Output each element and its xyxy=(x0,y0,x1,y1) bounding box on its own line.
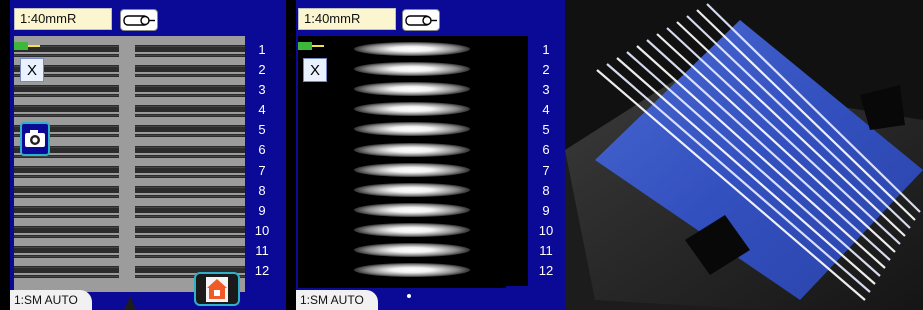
close-button[interactable]: X xyxy=(303,58,327,82)
fiber-number: 4 xyxy=(542,102,550,118)
fiber-number: 6 xyxy=(258,142,266,158)
fiber-number: 2 xyxy=(542,62,550,78)
close-button[interactable]: X xyxy=(20,58,44,82)
fiber-number: 8 xyxy=(258,182,266,198)
fiber-glow xyxy=(354,243,470,257)
fiber-number: 5 xyxy=(258,122,266,138)
fiber-number: 9 xyxy=(542,202,550,218)
battery-icon xyxy=(298,42,324,50)
fiber-view-gray xyxy=(14,36,245,292)
fiber-number: 8 xyxy=(542,182,550,198)
fiber-spot xyxy=(407,294,411,298)
fiber-number: 2 xyxy=(258,62,266,78)
fiber-glow xyxy=(354,182,470,197)
fiber-number: 10 xyxy=(538,222,554,238)
home-button[interactable] xyxy=(194,272,240,306)
fiber-number-column: 1 2 3 4 5 6 7 8 9 10 11 12 xyxy=(250,40,274,281)
fiber-number-column: 1 2 3 4 5 6 7 8 9 10 11 12 xyxy=(534,40,558,281)
mode-label: 1:SM AUTO xyxy=(10,290,92,310)
fiber-number: 12 xyxy=(254,263,270,279)
fiber-glow xyxy=(354,62,470,77)
left-splicer-screen: 1:40mmR X 1 2 3 4 5 6 7 8 9 10 11 12 1:S… xyxy=(0,0,286,310)
battery-icon xyxy=(14,42,40,50)
fiber-number: 5 xyxy=(542,122,550,138)
fiber-glow xyxy=(354,263,470,278)
camera-button[interactable] xyxy=(20,122,50,156)
fiber-glow xyxy=(354,42,470,56)
fiber-glow xyxy=(354,82,470,97)
bezel xyxy=(0,0,10,310)
camera-icon xyxy=(25,130,45,147)
fiber-number: 4 xyxy=(258,102,266,118)
fiber-holder-illustration xyxy=(565,0,923,310)
fiber-glow xyxy=(354,162,470,177)
fiber-holder-photo xyxy=(565,0,923,310)
fiber-number: 7 xyxy=(258,162,266,178)
fiber-number: 6 xyxy=(542,142,550,158)
fiber-number: 3 xyxy=(258,82,266,98)
electrode-tip xyxy=(124,296,136,310)
right-splicer-screen: 1:40mmR X 1 2 3 4 5 6 7 8 9 10 11 12 1:S… xyxy=(286,0,565,310)
fiber-cable-icon[interactable] xyxy=(120,9,158,31)
fiber-number: 10 xyxy=(254,222,270,238)
fiber-number: 3 xyxy=(542,82,550,98)
fiber-glow xyxy=(354,102,470,117)
fiber-glow xyxy=(354,142,470,157)
magnification-label: 1:40mmR xyxy=(298,8,396,30)
fiber-cable-icon[interactable] xyxy=(402,9,440,31)
fiber-number: 7 xyxy=(542,162,550,178)
fiber-number: 9 xyxy=(258,202,266,218)
fiber-number: 11 xyxy=(539,242,553,258)
fiber-number: 12 xyxy=(538,263,554,279)
fiber-number: 11 xyxy=(255,242,269,258)
v-groove-gap xyxy=(119,36,135,292)
home-icon xyxy=(206,277,228,302)
fiber-number: 1 xyxy=(542,42,550,57)
bezel xyxy=(286,0,296,310)
fiber-glow xyxy=(354,122,470,137)
mode-label: 1:SM AUTO xyxy=(296,290,378,310)
fiber-view-dark xyxy=(298,36,528,288)
fiber-glow xyxy=(354,202,470,217)
magnification-label: 1:40mmR xyxy=(14,8,112,30)
fiber-number: 1 xyxy=(258,42,266,57)
fiber-glow xyxy=(354,222,470,237)
